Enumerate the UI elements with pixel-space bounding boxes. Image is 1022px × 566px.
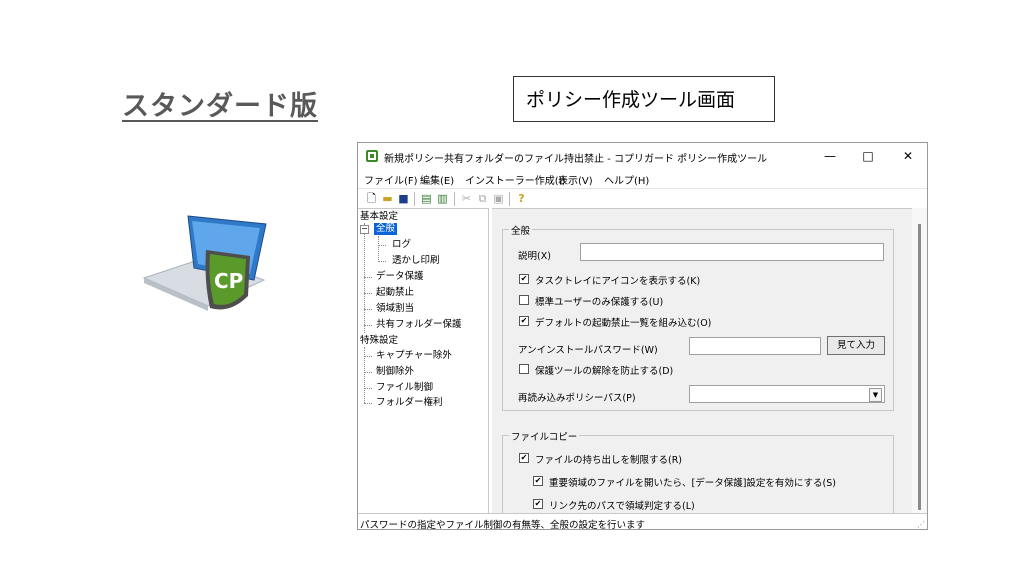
open-folder-icon[interactable]: ▬ (381, 192, 394, 205)
toolbar-separator (454, 192, 455, 206)
description-label: 説明(X) (518, 251, 551, 262)
status-text: パスワードの指定やファイル制御の有無等、全般の設定を行います (360, 520, 646, 530)
toolbar-separator (414, 192, 415, 206)
logo-text: CP (214, 269, 243, 293)
file-copy-group: ファイルコピー ✔ ファイルの持ち出しを制限する(R) ✔ 重要領域のファイルを… (502, 429, 894, 525)
help-icon[interactable]: ? (515, 192, 528, 205)
product-logo: CP (142, 215, 267, 311)
scroll-thumb[interactable] (918, 224, 921, 510)
general-group-label: 全般 (509, 223, 533, 237)
tree-special-settings[interactable]: 特殊設定 (360, 335, 398, 347)
tree-watermark[interactable]: 透かし印刷 (392, 255, 440, 267)
std-user-checkbox[interactable] (519, 295, 529, 305)
policy-tool-window: 新規ポリシー共有フォルダーのファイル持出禁止 - コプリガード ポリシー作成ツー… (357, 142, 928, 530)
status-bar: パスワードの指定やファイル制御の有無等、全般の設定を行います ⋰ (358, 513, 927, 530)
prevent-release-checkbox[interactable] (519, 364, 529, 374)
tree-launch-block[interactable]: 起動禁止 (376, 287, 414, 299)
tree-basic-settings[interactable]: 基本設定 (360, 211, 398, 223)
tree-file-control[interactable]: ファイル制御 (376, 382, 433, 394)
tray-icon-label: タスクトレイにアイコンを表示する(K) (535, 276, 701, 287)
link-path-checkbox[interactable]: ✔ (533, 499, 543, 509)
menu-bar: ファイル(F) 編集(E) インストーラー作成(I) 表示(V) ヘルプ(H) (358, 170, 927, 187)
new-file-icon[interactable]: 🗋 (365, 192, 378, 205)
export-icon[interactable]: ▤ (420, 192, 433, 205)
maximize-button[interactable]: □ (858, 148, 878, 164)
description-input[interactable] (580, 243, 884, 261)
important-area-label: 重要領域のファイルを開いたら、[データ保護]設定を有効にする(S) (549, 478, 836, 489)
link-path-label: リンク先のパスで領域判定する(L) (549, 501, 695, 512)
minimize-button[interactable]: — (820, 148, 840, 164)
tree-capture-exclusion[interactable]: キャプチャー除外 (376, 350, 452, 362)
tree-area-assignment[interactable]: 領域割当 (376, 303, 414, 315)
vertical-scrollbar[interactable] (912, 208, 927, 513)
close-button[interactable]: ✕ (898, 148, 918, 164)
toolbar-separator (509, 192, 510, 206)
title-bar: 新規ポリシー共有フォルダーのファイル持出禁止 - コプリガード ポリシー作成ツー… (358, 143, 927, 170)
cut-icon[interactable]: ✂ (460, 192, 473, 205)
slide-title: スタンダード版 (122, 91, 318, 122)
default-block-checkbox[interactable]: ✔ (519, 316, 529, 326)
prevent-release-label: 保護ツールの解除を防止する(D) (535, 366, 674, 377)
caption-box: ポリシー作成ツール画面 (513, 76, 775, 122)
copy-icon[interactable]: ⧉ (476, 192, 489, 205)
file-copy-group-label: ファイルコピー (509, 429, 580, 443)
tree-shared-folder[interactable]: 共有フォルダー保護 (376, 319, 462, 331)
menu-edit[interactable]: 編集(E) (420, 172, 454, 187)
restrict-export-label: ファイルの持ち出しを制限する(R) (535, 455, 683, 466)
app-icon (366, 150, 378, 162)
save-icon[interactable]: ■ (397, 192, 410, 205)
view-input-button[interactable]: 見て入力 (827, 336, 885, 355)
menu-file[interactable]: ファイル(F) (364, 172, 418, 187)
tree-control-exclusion[interactable]: 制御除外 (376, 366, 414, 378)
window-title: 新規ポリシー共有フォルダーのファイル持出禁止 - コプリガード ポリシー作成ツー… (384, 154, 768, 165)
menu-installer[interactable]: インストーラー作成(I) (465, 172, 566, 187)
uninstall-password-label: アンインストールパスワード(W) (518, 345, 658, 356)
toolbar: 🗋 ▬ ■ ▤ ▥ ✂ ⧉ ▣ ? (358, 188, 927, 209)
tree-general[interactable]: 全般 (374, 223, 398, 235)
paste-icon[interactable]: ▣ (492, 192, 505, 205)
chevron-down-icon[interactable]: ▼ (869, 388, 882, 402)
reload-path-label: 再読み込みポリシーパス(P) (518, 393, 636, 404)
general-group: 全般 説明(X) ✔ タスクトレイにアイコンを表示する(K) 標準ユーザーのみ保… (502, 223, 894, 411)
tree-log[interactable]: ログ (392, 239, 411, 251)
collapse-icon[interactable]: − (360, 225, 369, 234)
tree-folder-rights[interactable]: フォルダー権利 (376, 397, 443, 409)
menu-help[interactable]: ヘルプ(H) (604, 172, 649, 187)
resize-grip-icon[interactable]: ⋰ (917, 520, 925, 529)
tree-data-protection[interactable]: データ保護 (376, 271, 424, 283)
important-area-checkbox[interactable]: ✔ (533, 476, 543, 486)
uninstall-password-input[interactable] (689, 337, 821, 355)
std-user-label: 標準ユーザーのみ保護する(U) (535, 297, 664, 308)
menu-view[interactable]: 表示(V) (558, 172, 593, 187)
settings-tree: 基本設定 − 全般 ログ 透かし印刷 データ保護 起動禁止 領域割当 共有フォル… (358, 208, 489, 513)
tray-icon-checkbox[interactable]: ✔ (519, 274, 529, 284)
restrict-export-checkbox[interactable]: ✔ (519, 453, 529, 463)
reload-path-select[interactable]: ▼ (689, 385, 885, 403)
import-icon[interactable]: ▥ (436, 192, 449, 205)
settings-pane: 全般 説明(X) ✔ タスクトレイにアイコンを表示する(K) 標準ユーザーのみ保… (492, 208, 912, 525)
default-block-label: デフォルトの起動禁止一覧を組み込む(O) (535, 318, 712, 329)
